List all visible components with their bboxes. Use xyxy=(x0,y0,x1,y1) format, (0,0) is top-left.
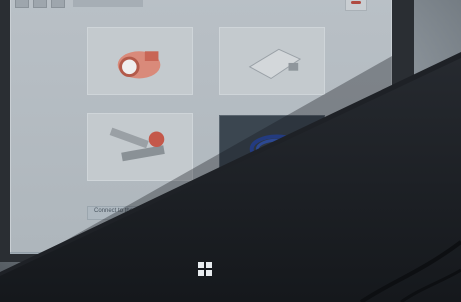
cable-icon xyxy=(359,240,461,302)
tile-spark-plug[interactable] xyxy=(87,27,193,95)
windows-logo-pane xyxy=(198,270,204,276)
app-logo-icon[interactable] xyxy=(345,0,367,11)
window-toolbar xyxy=(11,0,391,9)
tile-mount-kit[interactable] xyxy=(87,113,193,181)
spark-plug-icon xyxy=(117,51,161,79)
windows-logo-pane xyxy=(206,270,212,276)
windows-logo-pane xyxy=(206,262,212,268)
mount-kit-icon xyxy=(109,127,165,162)
toolbar-forward-button[interactable] xyxy=(33,0,47,8)
windows-logo-icon[interactable] xyxy=(198,262,212,276)
toolbar-back-button[interactable] xyxy=(15,0,29,8)
toolbar-home-button[interactable] xyxy=(51,0,65,8)
bracket-icon xyxy=(248,48,302,80)
windows-logo-pane xyxy=(198,262,204,268)
tile-sensor-bracket[interactable] xyxy=(219,27,325,95)
window-title xyxy=(73,0,143,7)
